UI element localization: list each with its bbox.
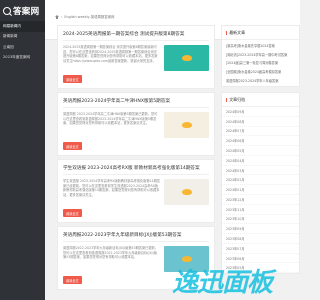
cartoon-icon — [181, 189, 192, 195]
article-body: 2024-2025英语周报第一期答案综合 测试提升版第8期答案最新内容，您可以在… — [63, 45, 209, 71]
right-column: 最新文章 [新高考]衡水金卷先享题2024答案 [湖北省]2023-2024学年高… — [221, 25, 300, 279]
article-card: 英语周报2023-2024学年高二牛津HNX版第5期答案英语周报 2023-20… — [57, 92, 215, 156]
article-body: 学生双语报 2023-2024学年高考RX版新教材新高考强化版第14期答案已经更… — [63, 179, 209, 205]
sidebar-item[interactable]: 2023年度答案网 — [0, 53, 45, 64]
archive-item[interactable]: 2023年08月 — [222, 234, 299, 244]
archive-item[interactable]: 2023年11月 — [222, 205, 299, 215]
archive-item[interactable]: 2024年09月 — [222, 107, 299, 117]
article-card: 学生双语报 2023-2024高考RX版 新教材新高考强化版第14期答案学生双语… — [57, 159, 215, 223]
logo-search-icon — [3, 6, 11, 15]
article-excerpt: 英语周报 2023-2024学年高二牛津HNX版第5期答案已更新，您可以在这里查… — [63, 112, 158, 126]
latest-panel-heading: 最新文章 — [222, 26, 299, 40]
latest-list: [新高考]衡水金卷先享题2024答案 [湖北省]2023-2024学年高一期中考试… — [222, 40, 299, 86]
sidebar-item[interactable]: 新闻新闻 — [0, 32, 45, 43]
read-more-button[interactable]: 阅读全文 — [63, 142, 82, 150]
latest-item[interactable]: 英语周报2023-2024学年八年级答案 — [222, 76, 299, 85]
archive-item[interactable]: 2024年01月 — [222, 185, 299, 195]
latest-item[interactable]: [全国卷]衡水金卷2024届高考模拟答案 — [222, 67, 299, 76]
latest-panel: 最新文章 [新高考]衡水金卷先享题2024答案 [湖北省]2023-2024学年高… — [221, 25, 300, 87]
archive-item[interactable]: 2024年07月 — [222, 127, 299, 137]
read-more-button[interactable]: 阅读全文 — [63, 75, 82, 83]
cartoon-icon — [181, 55, 192, 61]
breadcrumb-text[interactable]: English weekly-英语周报答案网 — [64, 14, 114, 19]
article-excerpt: 学生双语报 2023-2024学年高考RX版新教材新高考强化版第14期答案已经更… — [63, 179, 160, 197]
archive-item[interactable]: 2023年07月 — [222, 244, 299, 254]
article-list: 2024-2025英语周报第一期答案综合 测试提升版第8期答案 2024-2025… — [57, 25, 215, 293]
article-title[interactable]: 学生双语报 2023-2024高考RX版 新教材新高考强化版第14期答案 — [63, 165, 209, 175]
archive-item[interactable]: 2024年08月 — [222, 117, 299, 127]
sidebar-nav: 网易新闻内 新闻新闻 云南回 2023年度答案网 — [0, 21, 45, 63]
archive-heading-text: 文章归档 — [229, 96, 246, 102]
archive-item[interactable]: 2024年06月 — [222, 136, 299, 147]
archive-item[interactable]: 2024年04月 — [222, 156, 299, 166]
article-title[interactable]: 英语周报2022-2023学年九年级新目标(JXJ)版第53期答案 — [63, 232, 209, 242]
home-icon[interactable] — [55, 14, 59, 19]
breadcrumb-separator: › — [61, 14, 63, 19]
latest-item[interactable]: [2024届]高三第一轮复习周测卷答案 — [222, 59, 299, 68]
article-excerpt: 英语周报2022-2023学年九年级新目标(JXJ)版第53期答案已更新，您可以… — [63, 246, 158, 260]
archive-panel: 文章归档 2024年09月 2024年08月 2024年07月 2024年06月 202… — [221, 91, 300, 275]
article-thumbnail[interactable] — [164, 112, 209, 138]
article-title[interactable]: 英语周报2023-2024学年高二牛津HNX版第5期答案 — [63, 98, 209, 108]
heading-marker — [226, 97, 228, 102]
article-thumbnail[interactable] — [164, 179, 209, 205]
sidebar-item[interactable]: 网易新闻内 — [0, 21, 45, 32]
latest-item[interactable]: [新高考]衡水金卷先享题2024答案 — [222, 42, 299, 51]
heading-marker — [226, 31, 228, 35]
archive-item[interactable]: 2023年12月 — [222, 195, 299, 205]
article-card: 2024-2025英语周报第一期答案综合 测试提升版第8期答案 2024-2025… — [57, 25, 215, 89]
article-excerpt: 2024-2025英语周报第一期答案综合 测试提升版第8期答案最新内容，您可以在… — [63, 45, 158, 63]
archive-item[interactable]: 2023年10月 — [222, 215, 299, 225]
left-sidebar: 答案网 网易新闻内 新闻新闻 云南回 2023年度答案网 — [0, 0, 45, 300]
read-more-button[interactable]: 阅读全文 — [63, 209, 82, 217]
archive-item[interactable]: 2024年03月 — [222, 166, 299, 176]
article-thumbnail[interactable] — [164, 45, 209, 71]
archive-panel-heading: 文章归档 — [222, 93, 299, 107]
article-title[interactable]: 2024-2025英语周报第一期答案综合 测试提升版第8期答案 — [63, 31, 209, 41]
logo-text: 答案网 — [13, 6, 40, 17]
latest-heading-text: 最新文章 — [229, 30, 246, 35]
watermark-text: 逸迅面板 — [172, 268, 273, 298]
watermark: 逸迅面板 — [172, 262, 292, 298]
latest-item[interactable]: [湖北省]2023-2024学年高一期中考试答案 — [222, 50, 299, 59]
cartoon-icon — [181, 122, 192, 128]
archive-item[interactable]: 2024年02月 — [222, 175, 299, 186]
breadcrumb: › English weekly-英语周报答案网 — [55, 14, 114, 19]
archive-item[interactable]: 2024年05月 — [222, 146, 299, 156]
archive-list: 2024年09月 2024年08月 2024年07月 2024年06月 2024年05月… — [222, 107, 299, 274]
article-body: 英语周报 2023-2024学年高二牛津HNX版第5期答案已更新，您可以在这里查… — [63, 112, 209, 138]
site-logo[interactable]: 答案网 — [0, 0, 45, 21]
sidebar-item[interactable]: 云南回 — [0, 42, 45, 53]
read-more-button[interactable]: 阅读全文 — [63, 276, 82, 284]
archive-item[interactable]: 2023年09月 — [222, 224, 299, 235]
